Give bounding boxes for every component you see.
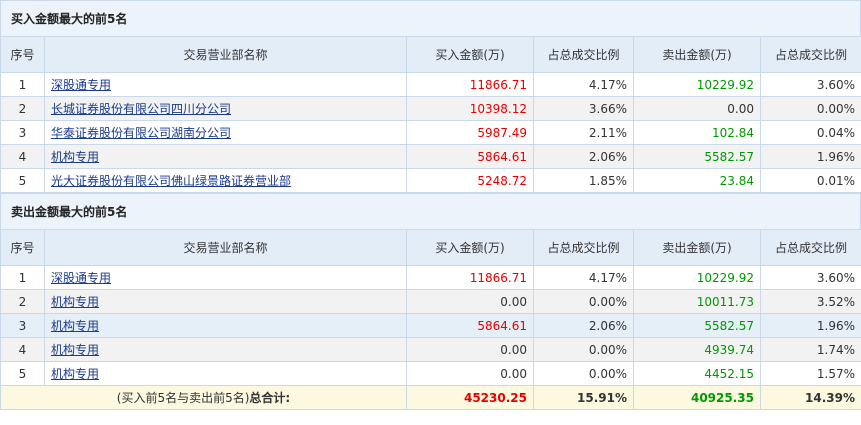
table-row: 1 深股通专用 11866.71 4.17% 10229.92 3.60% [0, 265, 861, 290]
sell-section-title: 卖出金额最大的前5名 [0, 193, 861, 229]
broker-link[interactable]: 深股通专用 [51, 271, 111, 285]
sell-ratio: 0.04% [760, 120, 861, 145]
sell-ratio: 1.74% [760, 337, 861, 362]
sell-ratio: 1.96% [760, 144, 861, 169]
col-header-name: 交易营业部名称 [44, 36, 407, 73]
row-no: 4 [0, 144, 45, 169]
sell-amount: 10011.73 [633, 289, 761, 314]
buy-amount: 5864.61 [406, 144, 534, 169]
sell-amount: 10229.92 [633, 265, 761, 290]
total-sell-ratio: 14.39% [760, 385, 861, 410]
col-header-buy-pct: 占总成交比例 [533, 36, 634, 73]
sell-ratio: 0.01% [760, 168, 861, 193]
row-no: 5 [0, 168, 45, 193]
sell-amount: 4939.74 [633, 337, 761, 362]
sell-amount: 4452.15 [633, 361, 761, 386]
buy-amount: 5987.49 [406, 120, 534, 145]
buy-ratio: 0.00% [533, 337, 634, 362]
col-header-no: 序号 [0, 36, 45, 73]
sell-amount: 23.84 [633, 168, 761, 193]
buy-ratio: 1.85% [533, 168, 634, 193]
table-row: 5 机构专用 0.00 0.00% 4452.15 1.57% [0, 361, 861, 386]
buy-ratio: 2.11% [533, 120, 634, 145]
broker-link[interactable]: 机构专用 [51, 295, 99, 309]
buy-ratio: 4.17% [533, 72, 634, 97]
col-header-sell-pct: 占总成交比例 [760, 36, 861, 73]
col-header-sell: 卖出金额(万) [633, 36, 761, 73]
table-header-row: 序号 交易营业部名称 买入金额(万) 占总成交比例 卖出金额(万) 占总成交比例 [0, 36, 861, 73]
buy-ratio: 4.17% [533, 265, 634, 290]
table-row: 4 机构专用 0.00 0.00% 4939.74 1.74% [0, 337, 861, 362]
broker-link[interactable]: 机构专用 [51, 367, 99, 381]
row-no: 5 [0, 361, 45, 386]
buy-section-title: 买入金额最大的前5名 [0, 0, 861, 36]
buy-amount: 0.00 [406, 289, 534, 314]
table-row: 2 机构专用 0.00 0.00% 10011.73 3.52% [0, 289, 861, 314]
broker-link[interactable]: 光大证券股份有限公司佛山绿景路证券营业部 [51, 174, 291, 188]
table-row: 5 光大证券股份有限公司佛山绿景路证券营业部 5248.72 1.85% 23.… [0, 168, 861, 193]
buy-top5-table: 序号 交易营业部名称 买入金额(万) 占总成交比例 卖出金额(万) 占总成交比例… [0, 36, 861, 193]
buy-amount: 10398.12 [406, 96, 534, 121]
table-row: 1 深股通专用 11866.71 4.17% 10229.92 3.60% [0, 72, 861, 97]
col-header-buy-pct: 占总成交比例 [533, 229, 634, 266]
row-no: 4 [0, 337, 45, 362]
table-header-row: 序号 交易营业部名称 买入金额(万) 占总成交比例 卖出金额(万) 占总成交比例 [0, 229, 861, 266]
broker-link[interactable]: 机构专用 [51, 319, 99, 333]
row-no: 2 [0, 289, 45, 314]
row-no: 1 [0, 265, 45, 290]
buy-amount: 11866.71 [406, 265, 534, 290]
buy-ratio: 0.00% [533, 289, 634, 314]
buy-amount: 5864.61 [406, 313, 534, 338]
row-no: 1 [0, 72, 45, 97]
buy-amount: 5248.72 [406, 168, 534, 193]
sell-amount: 10229.92 [633, 72, 761, 97]
sell-ratio: 0.00% [760, 96, 861, 121]
total-buy-amount: 45230.25 [406, 385, 534, 410]
col-header-buy: 买入金额(万) [406, 229, 534, 266]
broker-link[interactable]: 深股通专用 [51, 78, 111, 92]
table-row: 4 机构专用 5864.61 2.06% 5582.57 1.96% [0, 144, 861, 169]
table-row: 2 长城证券股份有限公司四川分公司 10398.12 3.66% 0.00 0.… [0, 96, 861, 121]
total-label-bold: 总合计: [249, 391, 291, 405]
sell-ratio: 1.96% [760, 313, 861, 338]
sell-ratio: 1.57% [760, 361, 861, 386]
buy-amount: 0.00 [406, 337, 534, 362]
row-no: 3 [0, 313, 45, 338]
buy-amount: 11866.71 [406, 72, 534, 97]
buy-ratio: 3.66% [533, 96, 634, 121]
broker-link[interactable]: 机构专用 [51, 343, 99, 357]
total-label-prefix: (买入前5名与卖出前5名) [116, 391, 250, 405]
col-header-buy: 买入金额(万) [406, 36, 534, 73]
total-row: (买入前5名与卖出前5名)总合计: 45230.25 15.91% 40925.… [0, 385, 861, 410]
table-row: 3 华泰证券股份有限公司湖南分公司 5987.49 2.11% 102.84 0… [0, 120, 861, 145]
buy-ratio: 2.06% [533, 144, 634, 169]
sell-ratio: 3.52% [760, 289, 861, 314]
broker-link[interactable]: 机构专用 [51, 150, 99, 164]
buy-ratio: 2.06% [533, 313, 634, 338]
sell-amount: 5582.57 [633, 313, 761, 338]
table-row-highlighted: 3 机构专用 5864.61 2.06% 5582.57 1.96% [0, 313, 861, 338]
col-header-no: 序号 [0, 229, 45, 266]
sell-top5-table: 序号 交易营业部名称 买入金额(万) 占总成交比例 卖出金额(万) 占总成交比例… [0, 229, 861, 410]
total-buy-ratio: 15.91% [533, 385, 634, 410]
row-no: 2 [0, 96, 45, 121]
broker-link[interactable]: 长城证券股份有限公司四川分公司 [51, 102, 231, 116]
buy-amount: 0.00 [406, 361, 534, 386]
billboard-panel: 买入金额最大的前5名 序号 交易营业部名称 买入金额(万) 占总成交比例 卖出金… [0, 0, 861, 410]
total-sell-amount: 40925.35 [633, 385, 761, 410]
sell-amount: 0.00 [633, 96, 761, 121]
row-no: 3 [0, 120, 45, 145]
col-header-sell-pct: 占总成交比例 [760, 229, 861, 266]
col-header-sell: 卖出金额(万) [633, 229, 761, 266]
buy-ratio: 0.00% [533, 361, 634, 386]
sell-amount: 102.84 [633, 120, 761, 145]
broker-link[interactable]: 华泰证券股份有限公司湖南分公司 [51, 126, 231, 140]
col-header-name: 交易营业部名称 [44, 229, 407, 266]
sell-ratio: 3.60% [760, 265, 861, 290]
total-label: (买入前5名与卖出前5名)总合计: [0, 385, 407, 410]
sell-ratio: 3.60% [760, 72, 861, 97]
sell-amount: 5582.57 [633, 144, 761, 169]
